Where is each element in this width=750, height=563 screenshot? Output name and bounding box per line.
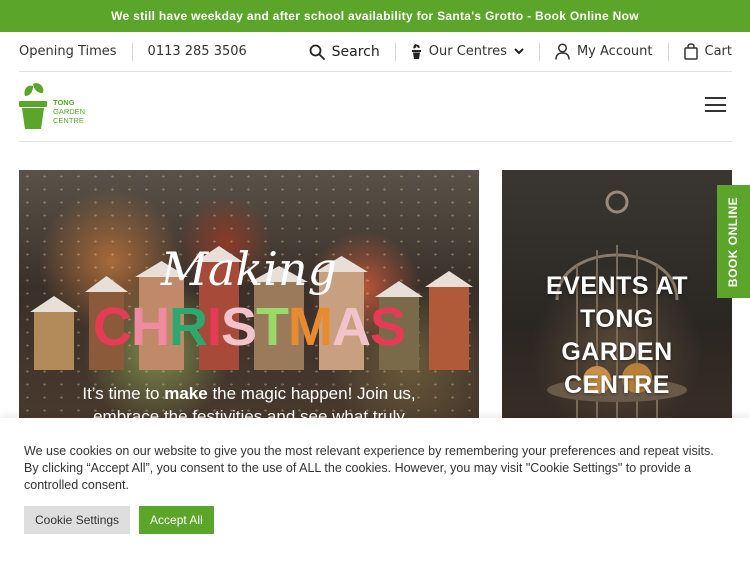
search-button[interactable]: Search bbox=[309, 32, 395, 71]
cookie-actions: Cookie Settings Accept All bbox=[24, 506, 214, 534]
my-account-link[interactable]: My Account bbox=[540, 32, 668, 71]
events-card-title: EVENTS AT TONG GARDEN CENTRE bbox=[545, 272, 688, 399]
site-header: TONG GARDEN CENTRE bbox=[19, 72, 732, 142]
book-online-label: BOOK ONLINE bbox=[726, 196, 741, 287]
chevron-down-icon bbox=[514, 48, 524, 55]
my-account-label: My Account bbox=[576, 44, 653, 59]
cart-link[interactable]: Cart bbox=[669, 32, 733, 71]
promo-text[interactable]: We still have weekday and after school a… bbox=[111, 9, 639, 23]
logo-line-1: TONG bbox=[53, 98, 75, 107]
accept-all-button[interactable]: Accept All bbox=[139, 506, 214, 534]
logo-wordmark: TONG GARDEN CENTRE bbox=[53, 98, 85, 129]
phone-link[interactable]: 0113 285 3506 bbox=[148, 44, 247, 59]
cookie-settings-button[interactable]: Cookie Settings bbox=[24, 506, 131, 534]
our-centres-dropdown[interactable]: Our Centres bbox=[396, 32, 539, 71]
events-card[interactable]: EVENTS AT TONG GARDEN CENTRE bbox=[502, 170, 732, 430]
hero-script-title: Making bbox=[160, 242, 338, 296]
menu-hamburger-icon[interactable] bbox=[705, 97, 726, 112]
user-icon bbox=[555, 43, 570, 60]
utility-actions: Search Our Centres My Account Cart bbox=[309, 32, 732, 71]
book-online-tab[interactable]: BOOK ONLINE bbox=[717, 185, 750, 298]
plant-pot-icon bbox=[411, 44, 421, 59]
promo-banner[interactable]: We still have weekday and after school a… bbox=[0, 0, 750, 32]
cookie-message: We use cookies on our website to give yo… bbox=[24, 444, 714, 492]
hero-christmas-banner[interactable]: Making CHRISTMAS It’s time to make the m… bbox=[19, 170, 479, 430]
hero-big-title: CHRISTMAS bbox=[92, 297, 406, 357]
search-icon bbox=[309, 44, 325, 60]
cookie-consent-banner: We use cookies on our website to give yo… bbox=[0, 418, 750, 563]
opening-times-link[interactable]: Opening Times bbox=[19, 44, 117, 59]
our-centres-label: Our Centres bbox=[428, 44, 507, 59]
site-logo[interactable]: TONG GARDEN CENTRE bbox=[19, 82, 85, 129]
cart-label: Cart bbox=[704, 44, 733, 59]
search-label: Search bbox=[331, 43, 380, 60]
logo-line-2: GARDEN bbox=[53, 107, 86, 116]
logo-line-3: CENTRE bbox=[53, 116, 84, 125]
plant-pot-logo-icon bbox=[19, 83, 47, 129]
shopping-bag-icon bbox=[683, 43, 698, 60]
divider bbox=[131, 42, 133, 61]
utility-bar: Opening Times 0113 285 3506 Search Our C… bbox=[19, 32, 732, 72]
